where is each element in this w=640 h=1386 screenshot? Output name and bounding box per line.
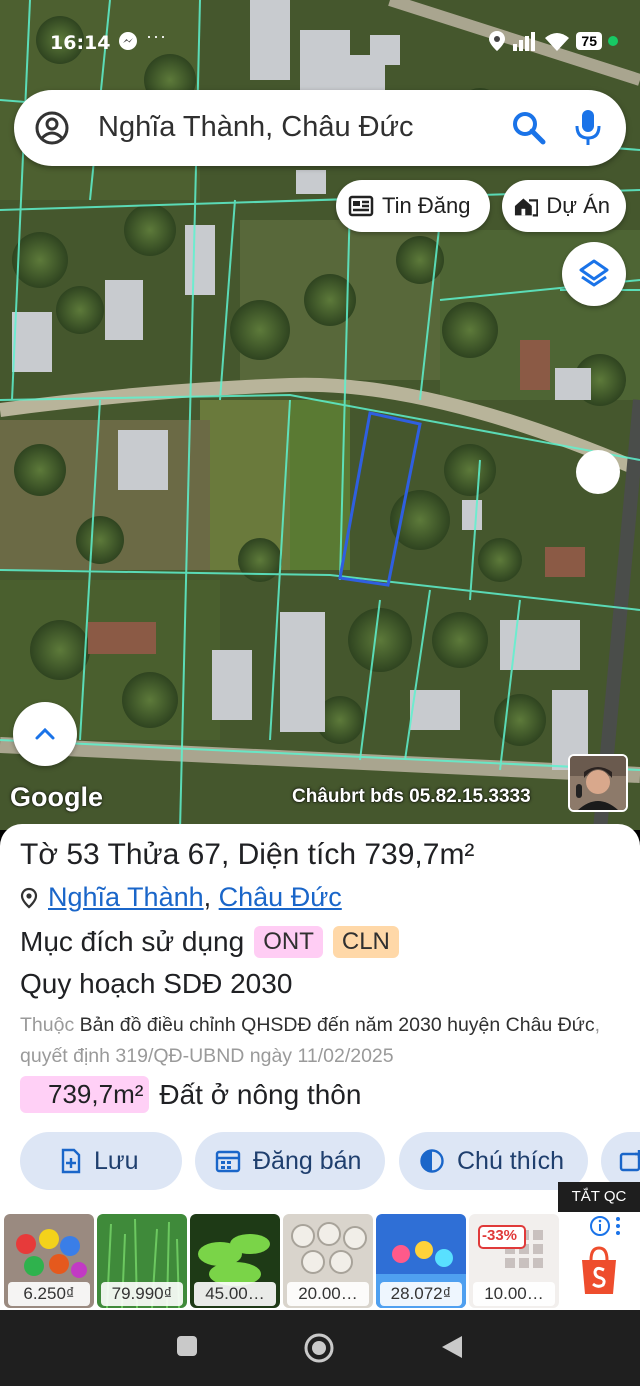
close-ads-button[interactable]: TẮT QC [558, 1182, 640, 1212]
parcel-title: Tờ 53 Thửa 67, Diện tích 739,7m² [20, 838, 475, 871]
ad-item[interactable]: 20.00… [283, 1214, 373, 1308]
ad-price: 20.00… [287, 1282, 369, 1306]
map-watermark: Châubrt bđs 05.82.15.3333 [292, 786, 531, 807]
ad-item[interactable]: -33% 10.00… [469, 1214, 559, 1308]
ad-price: 6.250₫ [8, 1282, 90, 1306]
ad-info-icon[interactable] [589, 1214, 623, 1243]
listings-chip[interactable]: Tin Đăng [336, 180, 490, 232]
mic-icon[interactable] [574, 108, 602, 153]
google-logo: Google [10, 782, 103, 812]
ad-item[interactable]: 6.250₫ [4, 1214, 94, 1308]
contrast-icon [420, 1149, 444, 1173]
add-photo-icon [619, 1150, 640, 1172]
search-bar[interactable]: Nghĩa Thành, Châu Đức [14, 90, 626, 166]
post-sale-button[interactable]: Đăng bán [195, 1132, 385, 1190]
shopee-icon[interactable] [572, 1244, 626, 1298]
wifi-icon [545, 33, 570, 51]
projects-chip-label: Dự Án [546, 193, 610, 218]
bookmark-add-icon [61, 1148, 81, 1174]
district-link[interactable]: Châu Đức [219, 882, 342, 912]
purpose-label: Mục đích sử dụng [20, 926, 245, 957]
home-icon[interactable] [303, 1332, 335, 1369]
calendar-icon [215, 1150, 241, 1173]
expand-button[interactable] [13, 702, 77, 766]
location-separator: , [203, 882, 212, 912]
more-notifications-icon: ··· [146, 26, 167, 46]
save-button-label: Lưu [94, 1146, 139, 1175]
map-drag-handle[interactable] [576, 450, 620, 494]
projects-chip[interactable]: Dự Án [502, 180, 626, 232]
plan-title: Quy hoạch SDĐ 2030 [20, 968, 293, 999]
status-time: 16:14 [50, 32, 111, 54]
ad-price: 79.990₫ [101, 1282, 183, 1306]
search-query[interactable]: Nghĩa Thành, Châu Đức [98, 111, 414, 144]
messenger-icon [118, 31, 138, 57]
location-pin-icon [20, 887, 38, 908]
location-icon [489, 31, 506, 51]
status-bar: 16:14 ··· 75 [0, 26, 640, 58]
news-icon [348, 195, 374, 217]
land-use-purpose: Mục đích sử dụng ONT CLN [20, 926, 399, 958]
plan-document: Bản đồ điều chỉnh QHSDĐ đến năm 2030 huy… [79, 1014, 595, 1036]
ad-price: 28.072₫ [380, 1282, 462, 1306]
back-icon[interactable] [440, 1334, 464, 1365]
battery-level: 75 [576, 32, 602, 50]
land-type-label: Đất ở nông thôn [159, 1078, 362, 1110]
status-indicators: 75 [488, 30, 618, 52]
chevron-up-icon [35, 727, 55, 740]
save-button[interactable]: Lưu [20, 1132, 182, 1190]
listings-chip-label: Tin Đăng [382, 193, 471, 218]
ad-price: 10.00… [473, 1282, 555, 1306]
layers-icon [579, 259, 609, 287]
project-icon [514, 198, 539, 217]
post-sale-button-label: Đăng bán [253, 1146, 362, 1175]
recents-icon[interactable] [175, 1334, 199, 1363]
agent-avatar[interactable] [568, 754, 628, 812]
parcel-info-sheet: Tờ 53 Thửa 67, Diện tích 739,7m² Nghĩa T… [0, 824, 640, 1214]
area-badge: 739,7m² [20, 1076, 150, 1113]
ad-item[interactable]: 79.990₫ [97, 1214, 187, 1308]
plan-prefix: Thuộc [20, 1014, 75, 1036]
ad-item[interactable]: 28.072₫ [376, 1214, 466, 1308]
land-type-row: 739,7m² Đất ở nông thôn [20, 1076, 361, 1113]
system-nav-bar [0, 1310, 640, 1386]
search-icon[interactable] [512, 111, 546, 150]
parcel-location: Nghĩa Thành, Châu Đức [20, 882, 342, 913]
ad-banner[interactable]: 6.250₫ 79.990₫ 45.00… 20.00… 28.072₫ -33… [0, 1210, 640, 1310]
ad-item[interactable]: 45.00… [190, 1214, 280, 1308]
layers-button[interactable] [562, 242, 626, 306]
legend-button-label: Chú thích [457, 1146, 565, 1175]
purpose-tag-cln: CLN [332, 926, 399, 958]
privacy-indicator [608, 36, 618, 46]
purpose-tag-ont: ONT [254, 926, 323, 958]
commune-link[interactable]: Nghĩa Thành [48, 882, 204, 912]
account-icon[interactable] [34, 110, 70, 151]
signal-icon [513, 32, 536, 51]
plan-description: Thuộc Bản đồ điều chỉnh QHSDĐ đến năm 20… [20, 1010, 620, 1072]
discount-badge: -33% [482, 1227, 518, 1244]
satellite-map[interactable]: 16:14 ··· 75 Nghĩa Thành, Châu Đức Tin Đ… [0, 0, 640, 830]
ad-price: 45.00… [194, 1282, 276, 1306]
